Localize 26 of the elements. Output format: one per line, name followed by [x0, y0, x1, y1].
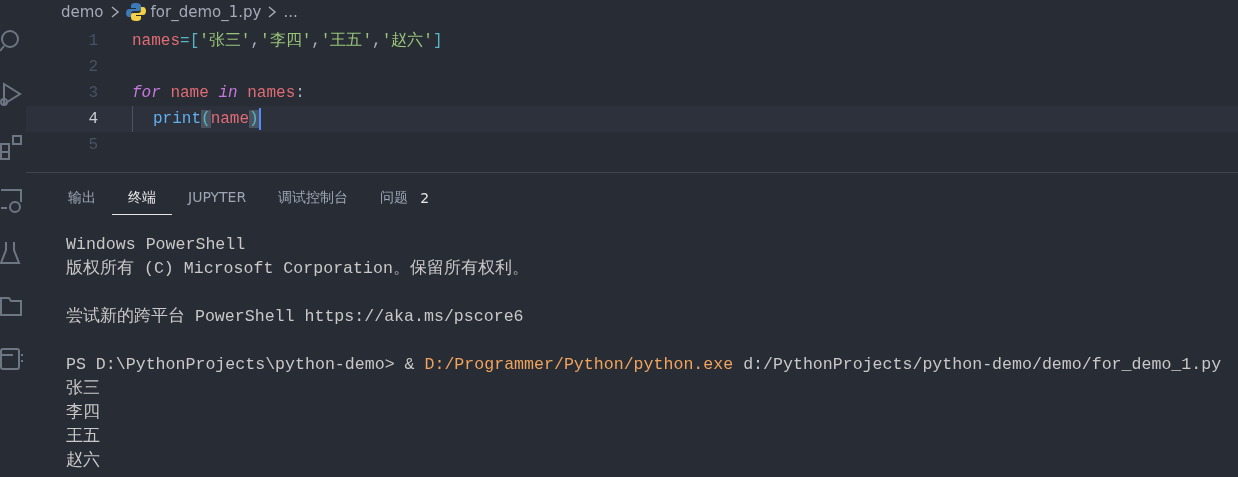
terminal-line: 赵六 — [66, 450, 101, 472]
terminal-line: 版权所有 (C) Microsoft Corporation。保留所有权利。 — [66, 258, 530, 280]
play-bug-icon[interactable] — [0, 81, 24, 107]
panel-tab[interactable]: 终端 — [112, 185, 172, 215]
terminal-line: 张三 — [66, 378, 101, 400]
notebook-icon[interactable] — [0, 346, 24, 372]
breadcrumb-file[interactable]: for_demo_1.py — [150, 0, 262, 24]
line-number: 4 — [87, 109, 98, 130]
monitor-icon[interactable] — [0, 187, 24, 213]
code-line: names=['张三','李四','王五','赵六'] — [132, 30, 443, 52]
code-line: print(name) — [153, 109, 259, 130]
terminal-line: Windows PowerShell — [66, 234, 247, 256]
blocks-icon[interactable] — [0, 134, 24, 160]
terminal-line: 尝试新的跨平台 PowerShell https://aka.ms/pscore6 — [66, 306, 525, 328]
panel-tab[interactable]: 调试控制台 — [262, 185, 365, 215]
problem-count: 2 — [420, 189, 430, 208]
terminal-line: PS D:\PythonProjects\python-demo> & D:/Programmer/Python/python.exe d:/PythonProjects/python-demo/demo/for_demo_1.py — [66, 354, 1223, 376]
panel-tab[interactable]: JUPYTER — [172, 185, 263, 215]
terminal-line: 李四 — [66, 402, 101, 424]
terminal-line: 王五 — [66, 426, 101, 448]
breadcrumb-folder[interactable]: demo — [61, 0, 104, 24]
chevron-right-icon — [266, 5, 279, 19]
panel-tab[interactable]: 输出 — [52, 185, 112, 215]
breadcrumb-more[interactable]: ... — [283, 0, 298, 24]
code-line: for name in names: — [132, 83, 305, 104]
python-icon — [125, 2, 146, 22]
